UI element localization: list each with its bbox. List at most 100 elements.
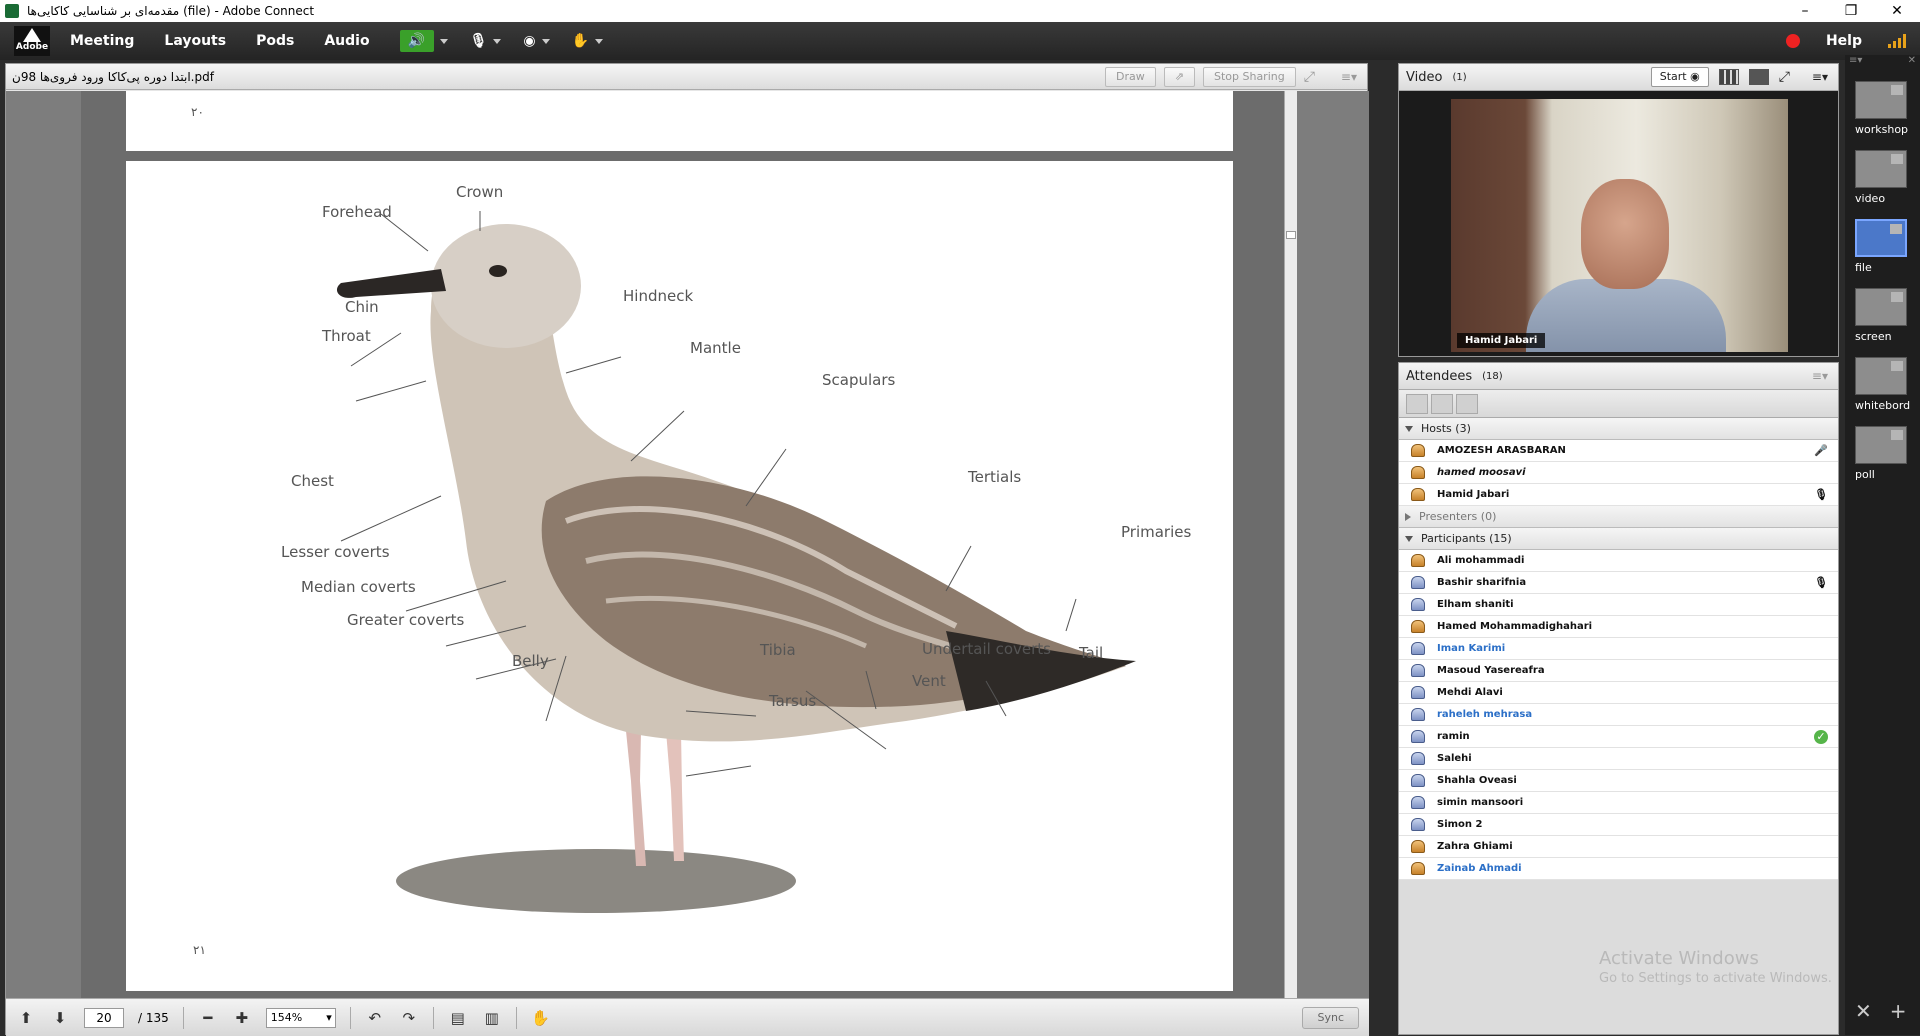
fullscreen-icon[interactable]: ⤢: [1779, 69, 1790, 85]
fullscreen-icon[interactable]: ⤢: [1304, 69, 1315, 85]
attendee-row[interactable]: ramin ✓: [1399, 726, 1838, 748]
host-user-icon: [1411, 444, 1425, 457]
group-presenters[interactable]: Presenters (0): [1399, 506, 1838, 528]
attendee-row[interactable]: Zahra Ghiami: [1399, 836, 1838, 858]
webcam-icon[interactable]: ◉: [523, 33, 535, 49]
page-number-input[interactable]: 20: [84, 1007, 124, 1028]
attendee-row[interactable]: Salehi: [1399, 748, 1838, 770]
chevron-down-icon[interactable]: [493, 38, 502, 44]
zoom-select[interactable]: 154%: [265, 1007, 336, 1028]
attendee-row[interactable]: Ali mohammadi: [1399, 550, 1838, 572]
raise-hand-icon[interactable]: ✋: [572, 33, 589, 49]
chevron-down-icon[interactable]: [541, 38, 550, 44]
attendee-row[interactable]: Hamed Mohammadighahari: [1399, 616, 1838, 638]
attendee-row[interactable]: Mehdi Alavi: [1399, 682, 1838, 704]
grid-view-icon[interactable]: [1718, 69, 1739, 85]
attendee-row[interactable]: Hamid Jabari 🎙: [1399, 484, 1838, 506]
label-lesser-coverts: Lesser coverts: [281, 543, 390, 561]
layout-file[interactable]: file: [1855, 219, 1911, 274]
webcam-feed[interactable]: Hamid Jabari: [1451, 99, 1788, 352]
stop-sharing-button[interactable]: Stop Sharing: [1202, 66, 1296, 87]
maximize-button[interactable]: ❐: [1828, 3, 1874, 19]
attendee-row[interactable]: Zainab Ahmadi: [1399, 858, 1838, 880]
attendee-row[interactable]: Elham shaniti: [1399, 594, 1838, 616]
group-participants[interactable]: Participants (15): [1399, 528, 1838, 550]
pod-menu-icon[interactable]: ≡▾: [1812, 369, 1828, 383]
group-hosts[interactable]: Hosts (3): [1399, 418, 1838, 440]
layout-video[interactable]: video: [1855, 150, 1911, 205]
attendee-row[interactable]: Masoud Yasereafra: [1399, 660, 1838, 682]
zoom-in-icon[interactable]: ✚: [232, 1008, 252, 1028]
speaker-control[interactable]: 🔊: [399, 29, 448, 53]
attendee-name: hamed moosavi: [1437, 467, 1526, 478]
add-layout-icon[interactable]: +: [1890, 999, 1907, 1023]
filmstrip-view-icon[interactable]: [1748, 69, 1769, 85]
microphone-icon[interactable]: 🎙: [470, 33, 488, 49]
menu-meeting[interactable]: Meeting: [70, 33, 134, 49]
next-page-icon[interactable]: ⬇: [50, 1008, 70, 1028]
attendee-row[interactable]: Simon 2: [1399, 814, 1838, 836]
layout-whitebord[interactable]: whitebord: [1855, 357, 1911, 412]
close-button[interactable]: ✕: [1874, 3, 1920, 19]
help-menu[interactable]: Help: [1826, 33, 1862, 49]
previous-page: ۲۰: [126, 91, 1233, 151]
rotate-right-icon[interactable]: ↷: [399, 1008, 419, 1028]
status-view-icon[interactable]: [1456, 393, 1478, 414]
minimize-button[interactable]: –: [1782, 3, 1828, 19]
document-scrollbar[interactable]: [1284, 91, 1297, 998]
speaker-icon[interactable]: 🔊: [399, 30, 434, 52]
recording-indicator-icon[interactable]: [1785, 34, 1800, 48]
menu-pods[interactable]: Pods: [256, 33, 294, 49]
attendee-row[interactable]: Bashir sharifnia 🎙: [1399, 572, 1838, 594]
video-pod-header: Video (1) Start ◉ ⤢ ≡▾: [1399, 64, 1838, 91]
menu-audio[interactable]: Audio: [324, 33, 369, 49]
start-webcam-button[interactable]: Start ◉: [1650, 67, 1709, 87]
pointer-button[interactable]: ⇗: [1163, 66, 1195, 87]
attendee-name: Simon 2: [1437, 819, 1483, 830]
pod-menu-icon[interactable]: ≡▾: [1812, 70, 1828, 84]
fit-width-icon[interactable]: ▤: [448, 1008, 468, 1028]
attendee-row[interactable]: Shahla Oveasi: [1399, 770, 1838, 792]
attendee-row[interactable]: AMOZESH ARASBARAN 🎤: [1399, 440, 1838, 462]
raise-hand-control[interactable]: ✋: [572, 29, 604, 53]
pod-menu-icon[interactable]: ≡▾: [1341, 70, 1357, 84]
layouts-bar: ≡▾ ✕ workshop video file screen whitebord…: [1845, 55, 1920, 1035]
microphone-control[interactable]: 🎙: [470, 29, 502, 53]
page-number: ۲۱: [193, 943, 206, 957]
menu-layouts[interactable]: Layouts: [164, 33, 226, 49]
watermark-line2: Go to Settings to activate Windows.: [1599, 971, 1832, 986]
list-view-icon[interactable]: [1406, 393, 1428, 414]
chevron-down-icon[interactable]: [595, 38, 604, 44]
zoom-out-icon[interactable]: ━: [198, 1008, 218, 1028]
fit-page-icon[interactable]: ▥: [482, 1008, 502, 1028]
hand-tool-icon[interactable]: ✋: [531, 1008, 551, 1028]
attendee-row[interactable]: Iman Karimi: [1399, 638, 1838, 660]
attendee-name: Iman Karimi: [1437, 643, 1506, 654]
layout-screen[interactable]: screen: [1855, 288, 1911, 343]
attendee-row[interactable]: hamed moosavi: [1399, 462, 1838, 484]
chevron-down-icon[interactable]: [439, 38, 448, 44]
user-icon: [1411, 730, 1425, 743]
webcam-control[interactable]: ◉: [523, 29, 550, 53]
layout-label: whitebord: [1855, 399, 1911, 412]
webcam-person-head: [1581, 179, 1669, 289]
attendee-name: Elham shaniti: [1437, 599, 1514, 610]
label-chest: Chest: [291, 472, 334, 490]
attendee-name: Bashir sharifnia: [1437, 577, 1527, 588]
rotate-left-icon[interactable]: ↶: [365, 1008, 385, 1028]
attendee-row[interactable]: simin mansoori: [1399, 792, 1838, 814]
previous-page-icon[interactable]: ⬆: [16, 1008, 36, 1028]
label-vent: Vent: [912, 672, 946, 690]
scrollbar-thumb[interactable]: [1286, 231, 1296, 239]
sync-button[interactable]: Sync: [1302, 1006, 1359, 1029]
layout-poll[interactable]: poll: [1855, 426, 1911, 481]
draw-button[interactable]: Draw: [1105, 66, 1156, 87]
layouts-menu-icon[interactable]: ≡▾: [1849, 55, 1862, 67]
attendee-row[interactable]: raheleh mehrasa: [1399, 704, 1838, 726]
layout-settings-icon[interactable]: ✕: [1855, 999, 1872, 1023]
close-icon[interactable]: ✕: [1908, 55, 1916, 67]
layout-label: workshop: [1855, 123, 1909, 136]
layout-workshop[interactable]: workshop: [1855, 81, 1911, 136]
document-viewer[interactable]: ۲۰ Crown Forehead Hindneck Chin Throat M…: [6, 91, 1369, 998]
collapse-view-icon[interactable]: [1431, 393, 1453, 414]
